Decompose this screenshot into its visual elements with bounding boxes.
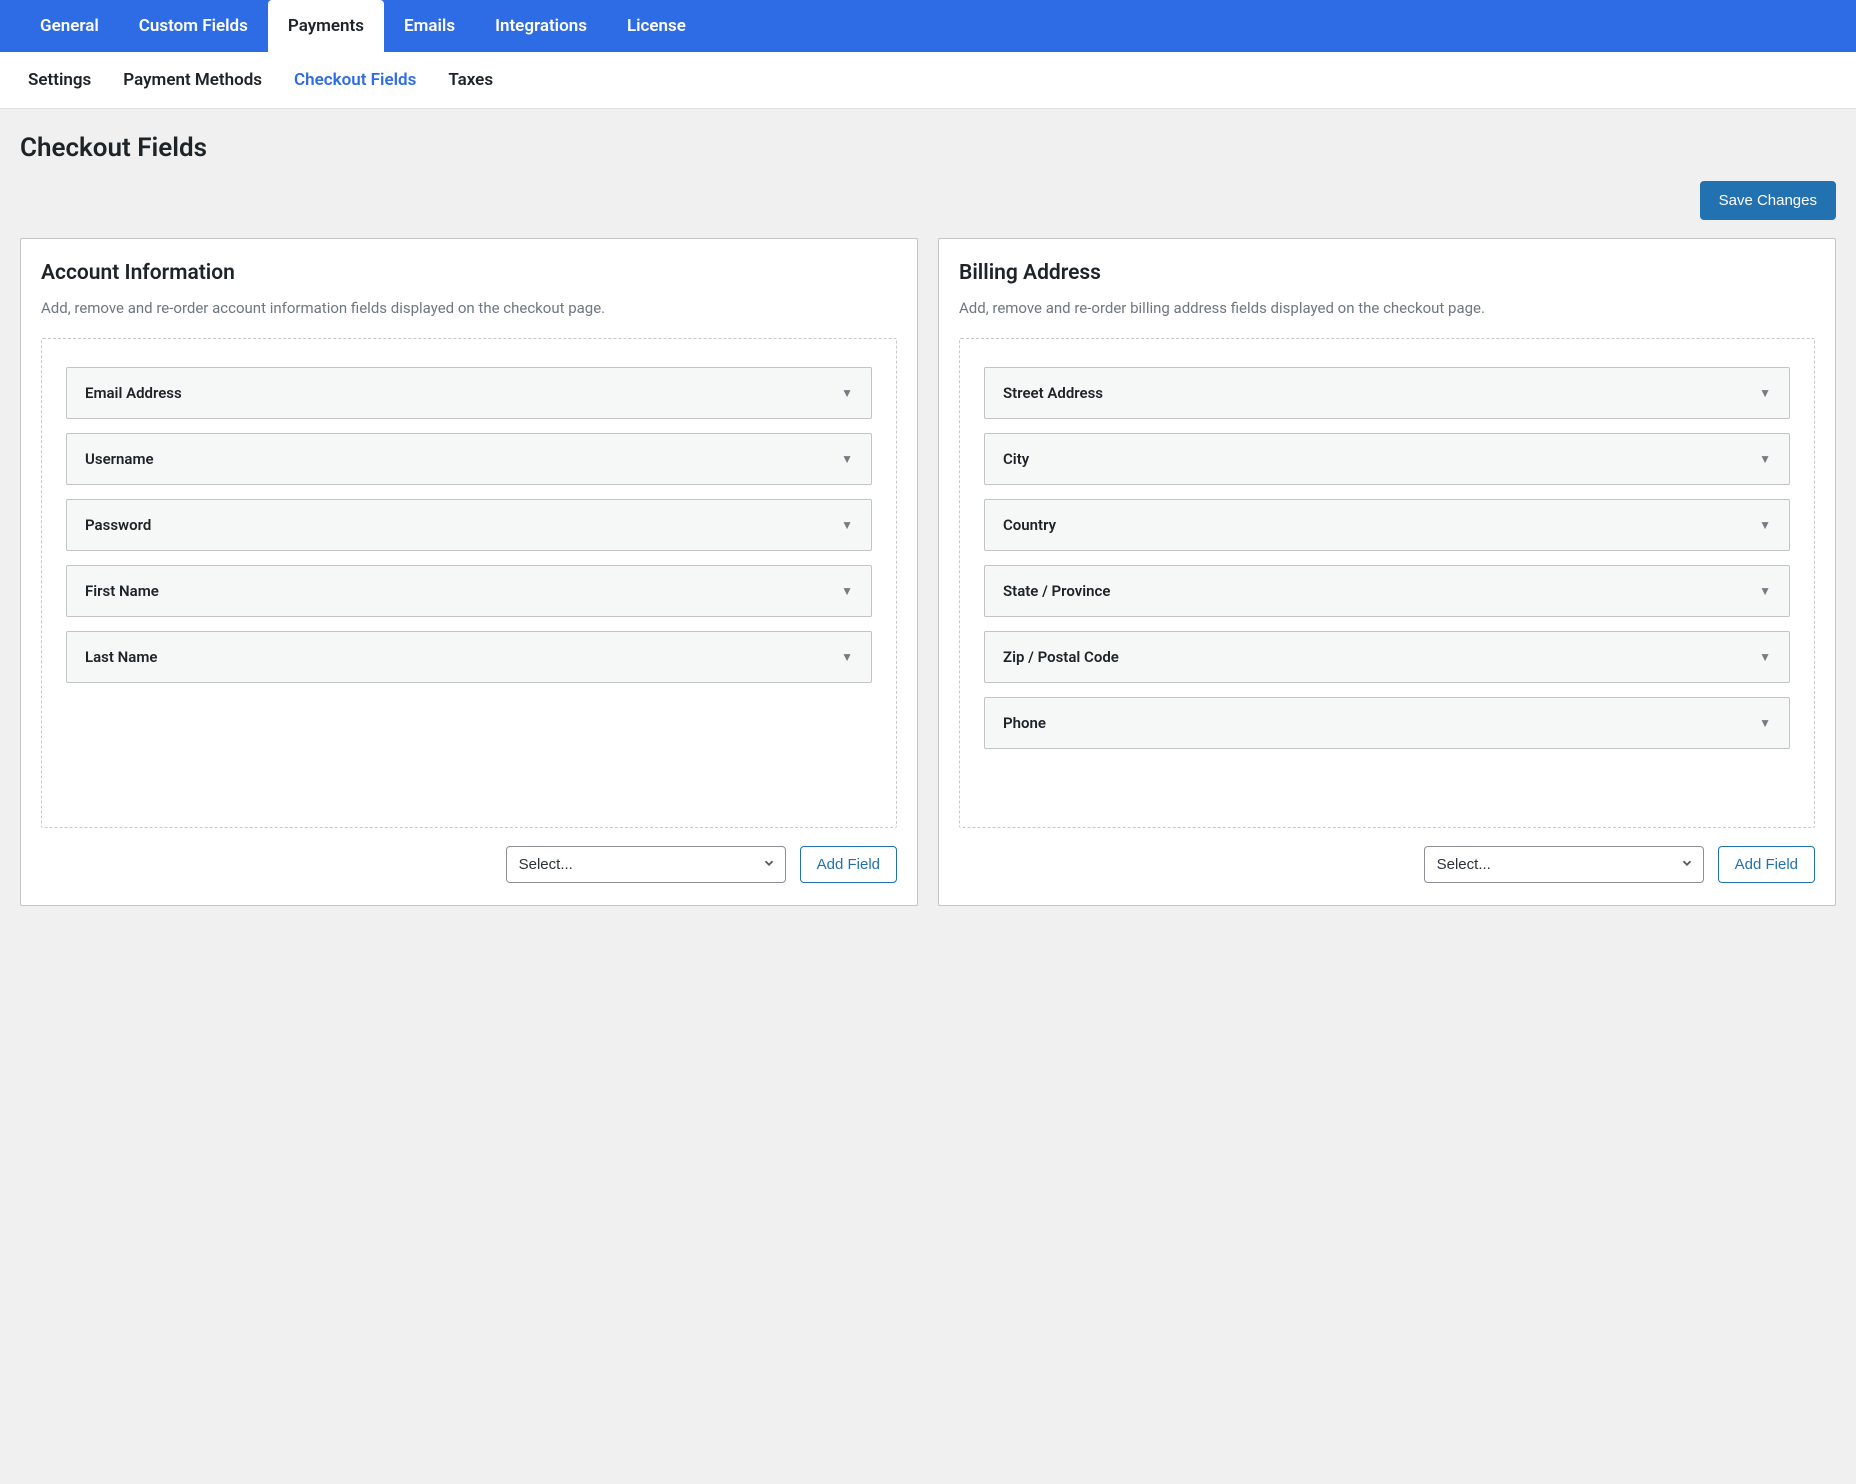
panel-billing-address: Billing Address Add, remove and re-order… xyxy=(938,238,1836,906)
sub-nav: Settings Payment Methods Checkout Fields… xyxy=(0,52,1856,109)
actions-row: Save Changes xyxy=(20,181,1836,220)
primary-nav: General Custom Fields Payments Emails In… xyxy=(0,0,1856,52)
caret-down-icon: ▼ xyxy=(1759,386,1771,400)
field-item-email-address[interactable]: Email Address ▼ xyxy=(66,367,872,419)
tab-integrations[interactable]: Integrations xyxy=(475,0,607,52)
field-item-phone[interactable]: Phone ▼ xyxy=(984,697,1790,749)
content: Checkout Fields Save Changes Account Inf… xyxy=(0,109,1856,946)
subtab-settings[interactable]: Settings xyxy=(28,52,91,108)
caret-down-icon: ▼ xyxy=(1759,518,1771,532)
caret-down-icon: ▼ xyxy=(1759,584,1771,598)
caret-down-icon: ▼ xyxy=(841,518,853,532)
billing-field-select[interactable]: Select... xyxy=(1424,846,1704,883)
field-item-state-province[interactable]: State / Province ▼ xyxy=(984,565,1790,617)
billing-panel-footer: Select... Add Field xyxy=(959,846,1815,883)
billing-add-field-button[interactable]: Add Field xyxy=(1718,846,1815,883)
field-label: Street Address xyxy=(1003,384,1103,402)
field-label: Password xyxy=(85,516,151,534)
caret-down-icon: ▼ xyxy=(841,584,853,598)
panel-billing-desc: Add, remove and re-order billing address… xyxy=(959,297,1815,320)
subtab-payment-methods[interactable]: Payment Methods xyxy=(123,52,262,108)
field-label: City xyxy=(1003,450,1029,468)
field-item-last-name[interactable]: Last Name ▼ xyxy=(66,631,872,683)
field-label: State / Province xyxy=(1003,582,1110,600)
caret-down-icon: ▼ xyxy=(841,386,853,400)
tab-emails[interactable]: Emails xyxy=(384,0,475,52)
panel-account-information: Account Information Add, remove and re-o… xyxy=(20,238,918,906)
field-item-first-name[interactable]: First Name ▼ xyxy=(66,565,872,617)
field-item-password[interactable]: Password ▼ xyxy=(66,499,872,551)
caret-down-icon: ▼ xyxy=(1759,650,1771,664)
account-field-select-wrap: Select... xyxy=(506,846,786,883)
tab-license[interactable]: License xyxy=(607,0,706,52)
field-label: Phone xyxy=(1003,714,1046,732)
account-add-field-button[interactable]: Add Field xyxy=(800,846,897,883)
field-label: Email Address xyxy=(85,384,182,402)
panel-account-title: Account Information xyxy=(41,261,897,285)
field-item-city[interactable]: City ▼ xyxy=(984,433,1790,485)
field-label: Country xyxy=(1003,516,1056,534)
panel-billing-title: Billing Address xyxy=(959,261,1815,285)
tab-payments[interactable]: Payments xyxy=(268,0,384,52)
account-fields-dropzone[interactable]: Email Address ▼ Username ▼ Password ▼ Fi… xyxy=(41,338,897,828)
billing-fields-dropzone[interactable]: Street Address ▼ City ▼ Country ▼ State … xyxy=(959,338,1815,828)
caret-down-icon: ▼ xyxy=(1759,452,1771,466)
subtab-checkout-fields[interactable]: Checkout Fields xyxy=(294,52,416,108)
field-item-street-address[interactable]: Street Address ▼ xyxy=(984,367,1790,419)
field-item-username[interactable]: Username ▼ xyxy=(66,433,872,485)
account-panel-footer: Select... Add Field xyxy=(41,846,897,883)
field-label: Zip / Postal Code xyxy=(1003,648,1119,666)
page-title: Checkout Fields xyxy=(20,133,1836,163)
field-label: Username xyxy=(85,450,154,468)
tab-general[interactable]: General xyxy=(20,0,119,52)
field-label: Last Name xyxy=(85,648,157,666)
subtab-taxes[interactable]: Taxes xyxy=(448,52,493,108)
field-item-country[interactable]: Country ▼ xyxy=(984,499,1790,551)
tab-custom-fields[interactable]: Custom Fields xyxy=(119,0,268,52)
panel-account-desc: Add, remove and re-order account informa… xyxy=(41,297,897,320)
field-label: First Name xyxy=(85,582,159,600)
field-item-zip-postal-code[interactable]: Zip / Postal Code ▼ xyxy=(984,631,1790,683)
account-field-select[interactable]: Select... xyxy=(506,846,786,883)
caret-down-icon: ▼ xyxy=(1759,716,1771,730)
billing-field-select-wrap: Select... xyxy=(1424,846,1704,883)
save-changes-button[interactable]: Save Changes xyxy=(1700,181,1836,220)
panels: Account Information Add, remove and re-o… xyxy=(20,238,1836,906)
caret-down-icon: ▼ xyxy=(841,452,853,466)
caret-down-icon: ▼ xyxy=(841,650,853,664)
